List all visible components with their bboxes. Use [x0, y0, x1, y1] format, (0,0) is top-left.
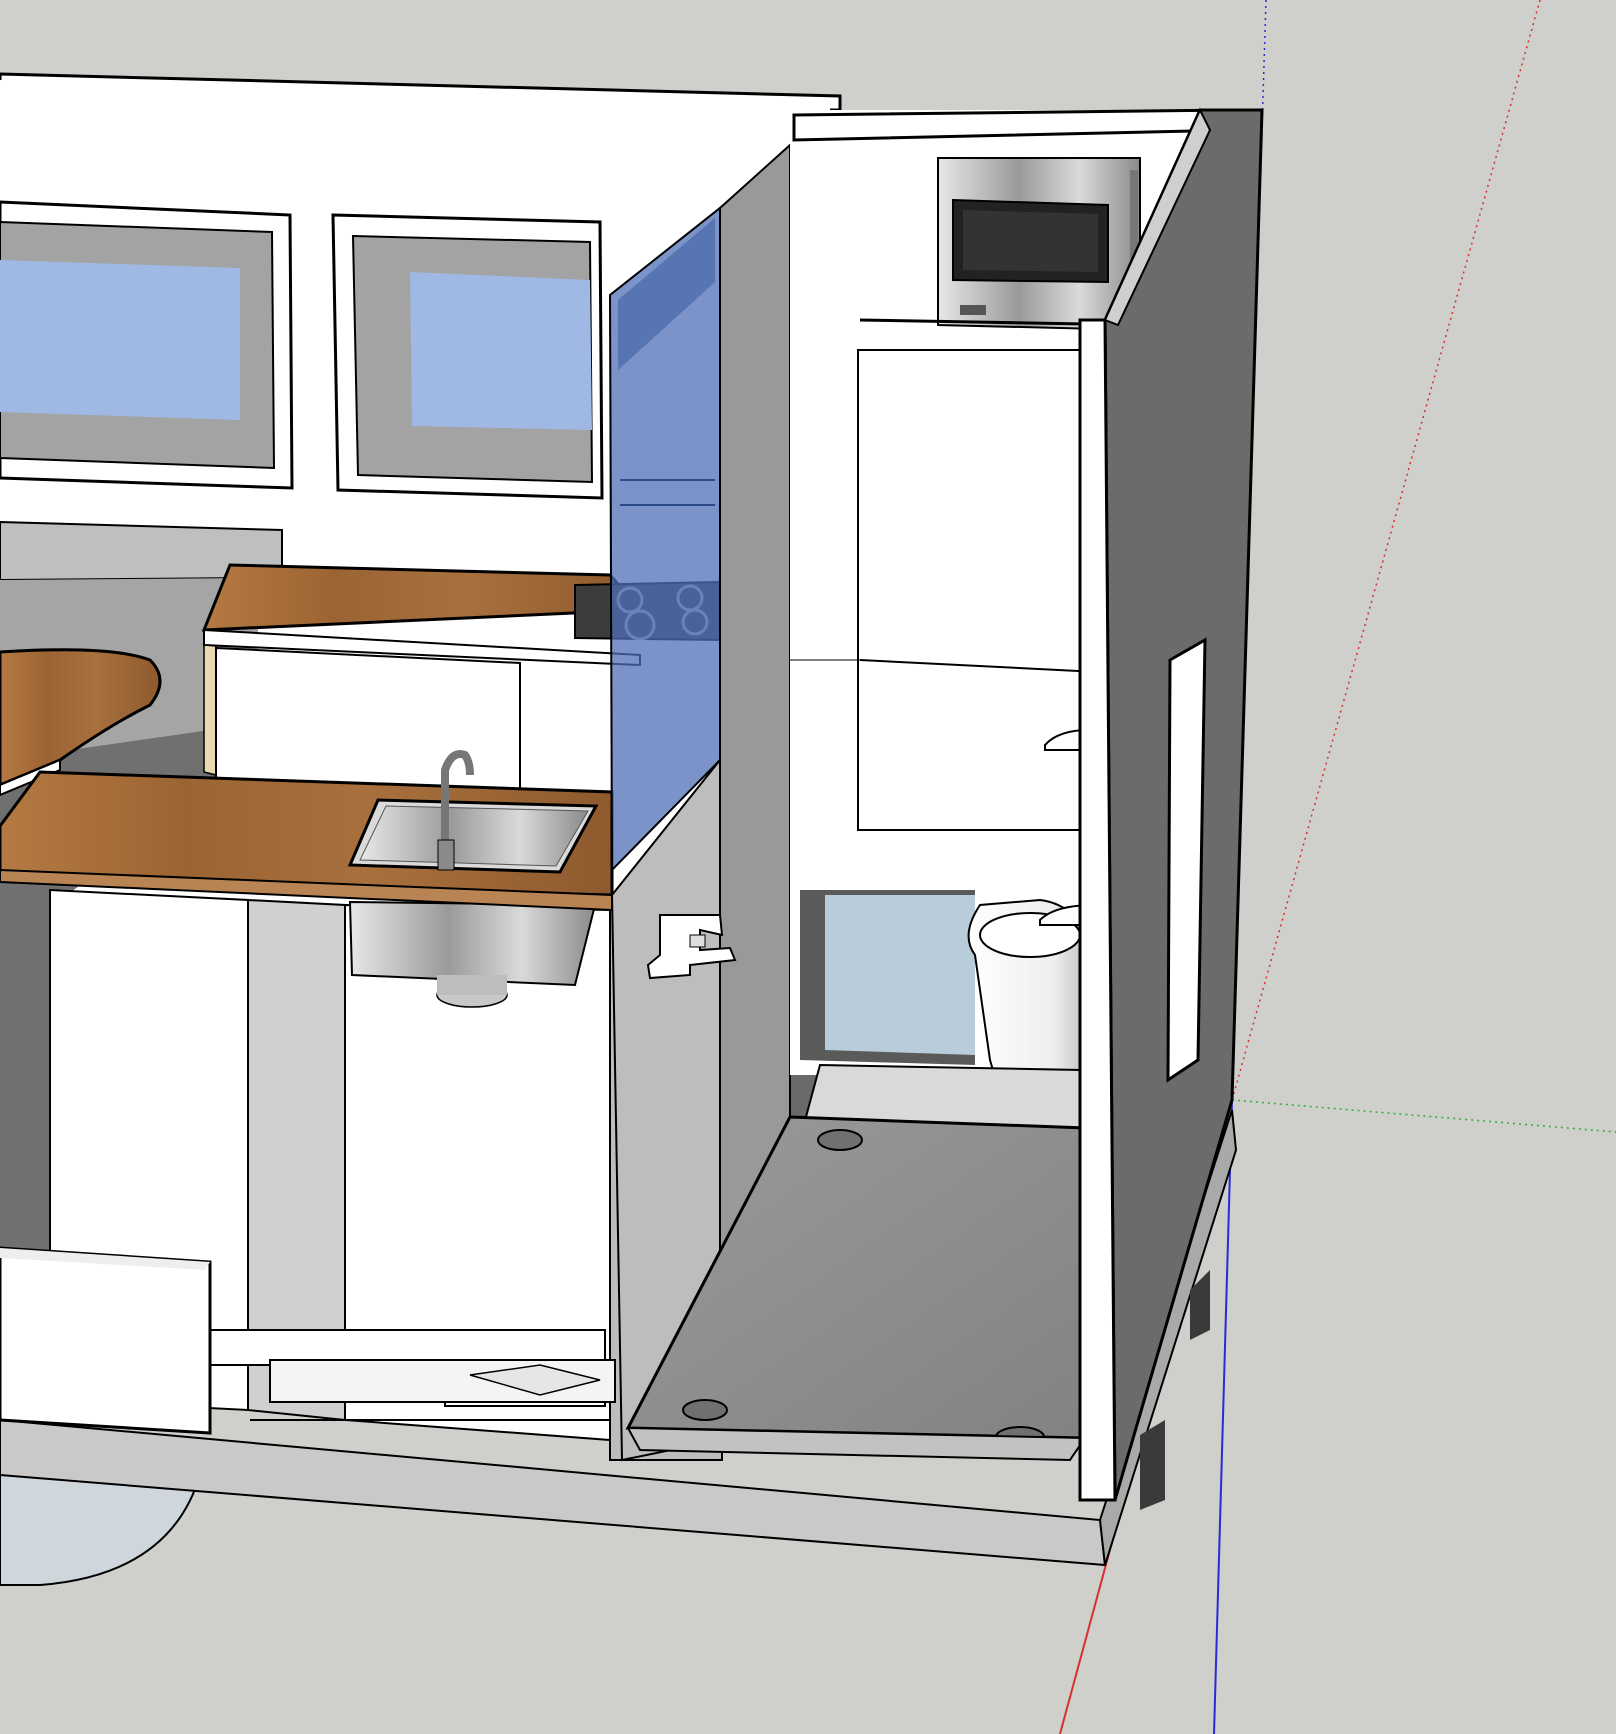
- door-opening: [800, 890, 975, 1065]
- axis-x-dashed: [1231, 0, 1541, 1101]
- back-cabinet-door: [215, 646, 521, 802]
- wheel: [0, 1474, 202, 1586]
- side-wall: [1078, 107, 1264, 1502]
- glass-partition: [608, 205, 721, 873]
- window-right: [331, 213, 604, 500]
- microwave: [937, 157, 1141, 332]
- sink: [347, 798, 599, 874]
- model-scene: [0, 0, 1616, 1734]
- sketchup-viewport[interactable]: [0, 0, 1616, 1734]
- window-left: [0, 200, 294, 490]
- water-box: [0, 1246, 212, 1435]
- axis-y-dashed: [1231, 1099, 1616, 1133]
- side-window: [1166, 637, 1207, 1083]
